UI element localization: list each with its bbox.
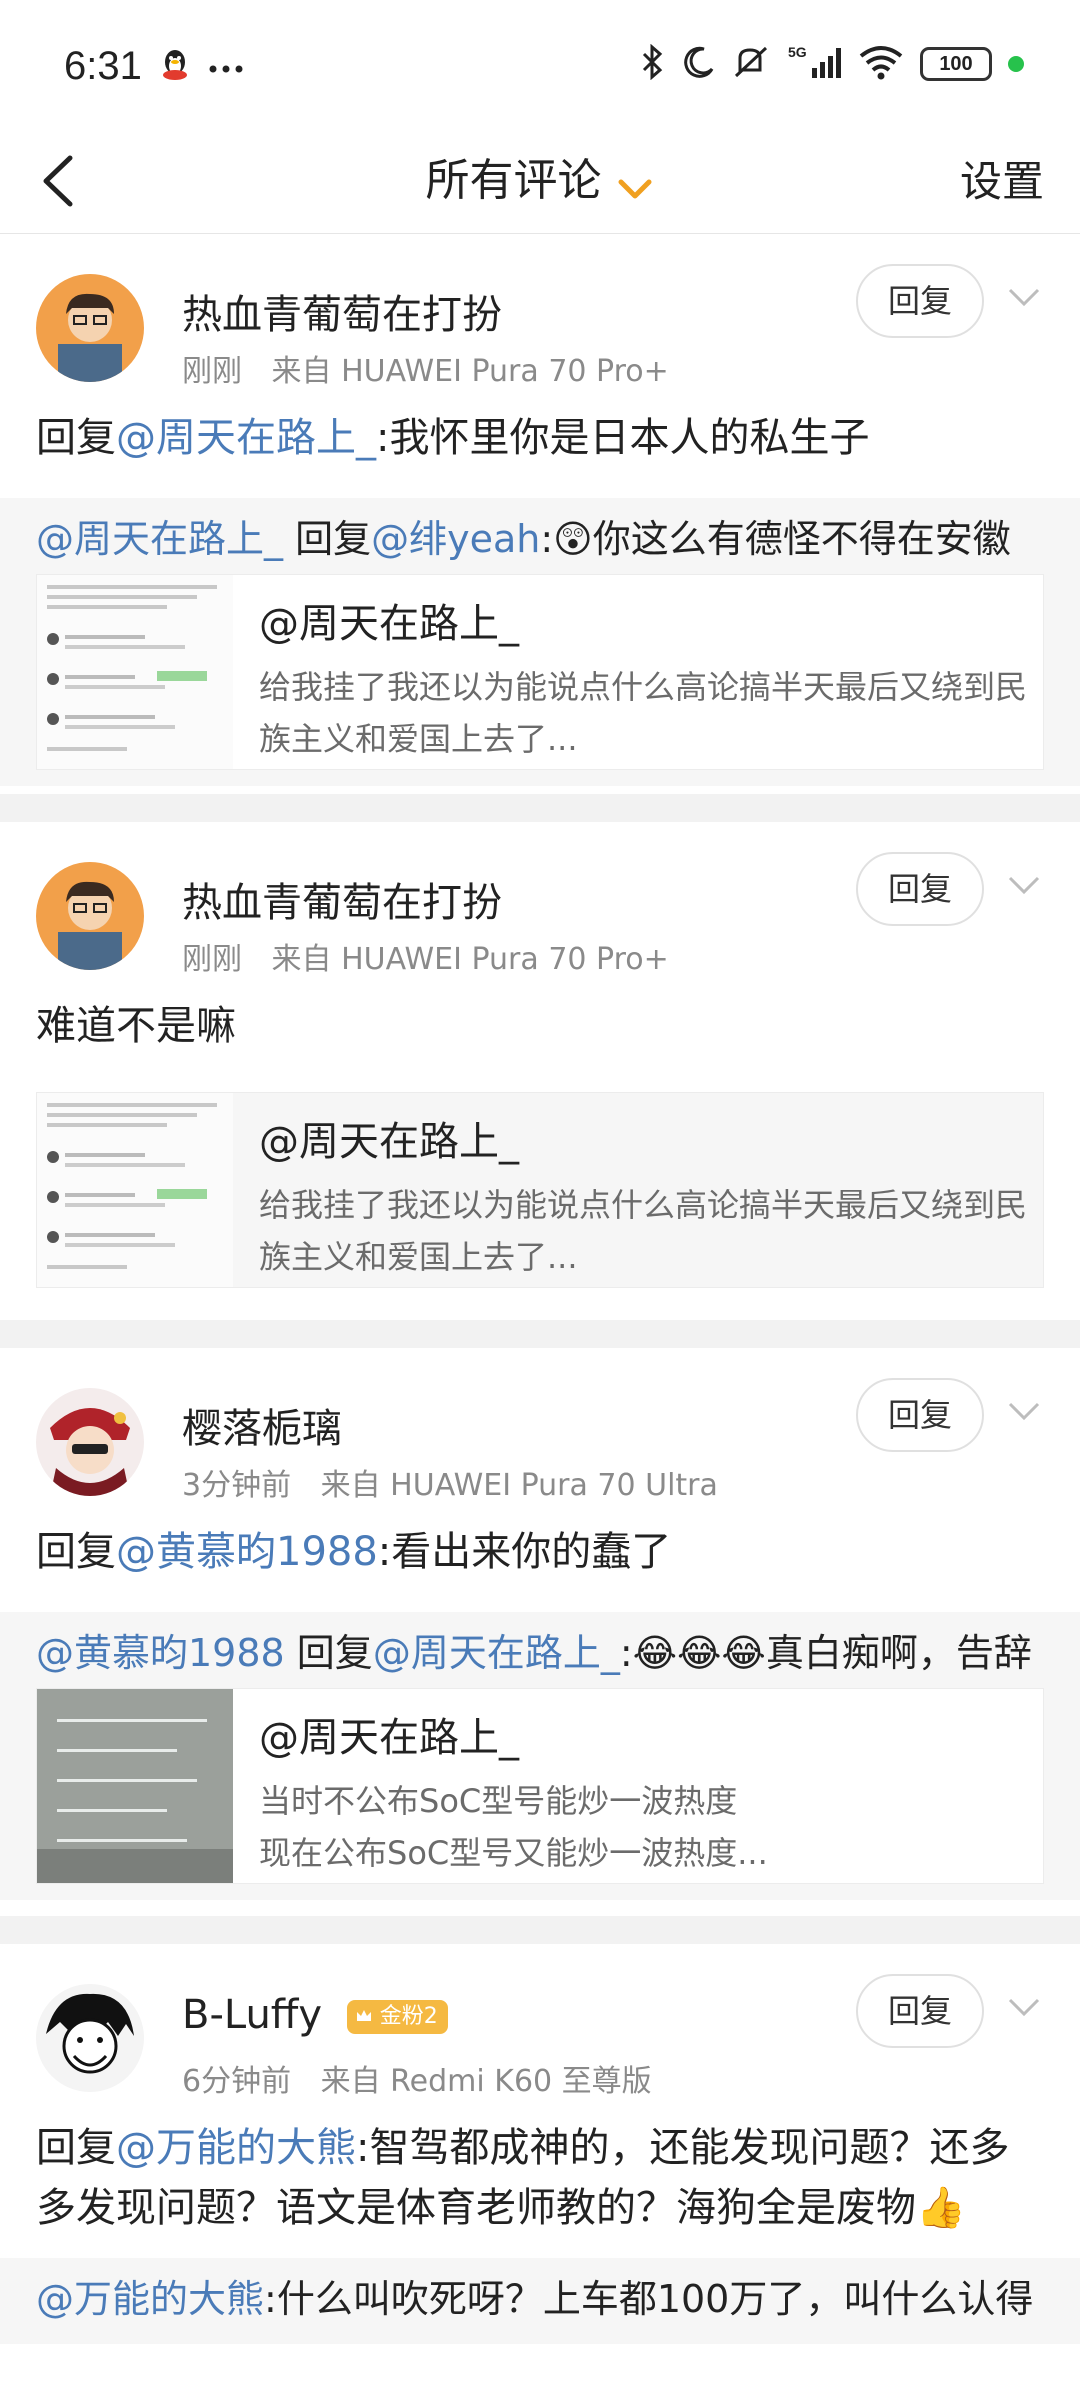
bluetooth-icon [640,43,666,84]
comment-content: 难道不是嘛 [36,1003,236,1049]
card-username: @周天在路上_ [259,1715,519,1761]
post-thumbnail [37,1689,233,1883]
comment-source: 来自 Redmi K60 至尊版 [320,2064,652,2099]
card-text-line: 当时不公布SoC型号能炒一波热度 [259,1782,738,1820]
comment-content: 回复@黄慕昀1988:看出来你的蠢了 [36,1529,672,1575]
reply-button[interactable]: 回复 [856,1974,984,2048]
card-text: 给我挂了我还以为能说点什么高论搞半天最后又绕到民族主义和爱国上去了... [259,1186,1028,1276]
comment-time: 3分钟前 [182,1468,292,1503]
mute-icon [732,44,772,84]
divider [0,1916,1080,1944]
quote-text: @周天在路上_ 回复@绯yeah:😲你这么有德怪不得在安徽 [36,517,1011,561]
username[interactable]: 热血青葡萄在打扮 [182,282,502,340]
chevron-down-icon[interactable] [1004,1992,1044,2022]
status-bar: 6:31 5G 100 [0,0,1080,130]
comment-time: 刚刚 [182,354,242,389]
mention-link[interactable]: @周天在路上_ [36,517,283,561]
mention-link[interactable]: @绯yeah [371,517,540,561]
comment-filter-dropdown[interactable]: 所有评论 [0,144,1080,208]
comment-item[interactable]: B-Luffy 金粉2 6分钟前 来自 Redmi K60 至尊版 回复 回复@… [0,1944,1080,2364]
crown-icon [356,2010,371,2021]
comment-meta: 刚刚 来自 HUAWEI Pura 70 Pro+ [182,934,669,978]
comment-content: 回复@周天在路上_:我怀里你是日本人的私生子 [36,415,870,461]
username[interactable]: 热血青葡萄在打扮 [182,870,502,928]
battery-indicator: 100 [920,47,992,81]
settings-button[interactable]: 设置 [960,148,1044,209]
comment-item[interactable]: 热血青葡萄在打扮 刚刚 来自 HUAWEI Pura 70 Pro+ 回复 难道… [0,822,1080,1320]
qq-penguin-icon [160,48,190,88]
divider [0,1320,1080,1348]
comment-source: 来自 HUAWEI Pura 70 Ultra [320,1468,718,1503]
mention-link[interactable]: @周天在路上_ [116,415,376,461]
comment-feed: 热血青葡萄在打扮 刚刚 来自 HUAWEI Pura 70 Pro+ 回复 回复… [0,234,1080,2364]
quote-text: @万能的大熊:什么叫吹死呀？上车都100万了，叫什么认得 [36,2277,1034,2321]
avatar[interactable] [36,1984,144,2092]
username[interactable]: 樱落栀璃 [182,1396,342,1454]
status-right-icons: 5G 100 [640,43,1024,84]
chevron-down-icon [615,174,655,208]
comment-content: 回复@万能的大熊:智驾都成神的，还能发现问题？还多多发现问题？语文是体育老师教的… [36,2125,1010,2231]
username[interactable]: B-Luffy 金粉2 [182,1992,448,2038]
reply-button[interactable]: 回复 [856,1378,984,1452]
mention-link[interactable]: @周天在路上_ [373,1631,620,1675]
avatar[interactable] [36,1388,144,1496]
post-thumbnail [37,575,233,769]
post-thumbnail [37,1093,233,1287]
divider [0,794,1080,822]
comment-source: 来自 HUAWEI Pura 70 Pro+ [271,942,669,977]
wifi-icon [858,44,904,84]
card-username: @周天在路上_ [259,1119,519,1165]
quoted-comment[interactable]: @周天在路上_ 回复@绯yeah:😲你这么有德怪不得在安徽 @周天在路上_ 给我… [0,498,1080,786]
card-text-line: 现在公布SoC型号又能炒一波热度... [259,1834,768,1872]
comment-meta: 刚刚 来自 HUAWEI Pura 70 Pro+ [182,346,669,390]
reply-button[interactable]: 回复 [856,264,984,338]
nav-bar: 所有评论 设置 [0,130,1080,234]
signal-5g-icon: 5G [788,44,842,84]
chevron-down-icon[interactable] [1004,870,1044,900]
quoted-comment[interactable]: @万能的大熊:什么叫吹死呀？上车都100万了，叫什么认得 [0,2258,1080,2344]
svg-text:5G: 5G [788,44,807,60]
chevron-down-icon[interactable] [1004,1396,1044,1426]
more-dots-icon [208,59,244,78]
mention-link[interactable]: @黄慕昀1988 [116,1529,378,1575]
original-post-card[interactable]: @周天在路上_ 当时不公布SoC型号能炒一波热度 现在公布SoC型号又能炒一波热… [36,1688,1044,1884]
mention-link[interactable]: @黄慕昀1988 [36,1631,285,1675]
original-post-card[interactable]: @周天在路上_ 给我挂了我还以为能说点什么高论搞半天最后又绕到民族主义和爱国上去… [36,574,1044,770]
status-left-icons [160,48,244,88]
card-username: @周天在路上_ [259,601,519,647]
mention-link[interactable]: @万能的大熊 [116,2125,356,2171]
comment-time: 刚刚 [182,942,242,977]
comment-item[interactable]: 樱落栀璃 3分钟前 来自 HUAWEI Pura 70 Ultra 回复 回复@… [0,1348,1080,1916]
moon-icon [682,45,716,83]
mention-link[interactable]: @万能的大熊 [36,2277,264,2321]
comment-item[interactable]: 热血青葡萄在打扮 刚刚 来自 HUAWEI Pura 70 Pro+ 回复 回复… [0,234,1080,794]
card-text: 给我挂了我还以为能说点什么高论搞半天最后又绕到民族主义和爱国上去了... [259,668,1028,758]
privacy-dot-icon [1008,56,1024,72]
quote-text: @黄慕昀1988 回复@周天在路上_:😂😂😂真白痴啊，告辞 [36,1631,1032,1675]
comment-meta: 6分钟前 来自 Redmi K60 至尊版 [182,2056,652,2100]
chevron-down-icon[interactable] [1004,282,1044,312]
status-time: 6:31 [64,44,142,88]
original-post-card[interactable]: @周天在路上_ 给我挂了我还以为能说点什么高论搞半天最后又绕到民族主义和爱国上去… [36,1092,1044,1288]
fan-badge: 金粉2 [346,2000,448,2034]
quoted-comment[interactable]: @黄慕昀1988 回复@周天在路上_:😂😂😂真白痴啊，告辞 @周天在路上_ 当时… [0,1612,1080,1900]
page-title: 所有评论 [425,155,602,206]
comment-meta: 3分钟前 来自 HUAWEI Pura 70 Ultra [182,1460,718,1504]
avatar[interactable] [36,862,144,970]
avatar[interactable] [36,274,144,382]
comment-time: 6分钟前 [182,2064,292,2099]
comment-source: 来自 HUAWEI Pura 70 Pro+ [271,354,669,389]
reply-button[interactable]: 回复 [856,852,984,926]
